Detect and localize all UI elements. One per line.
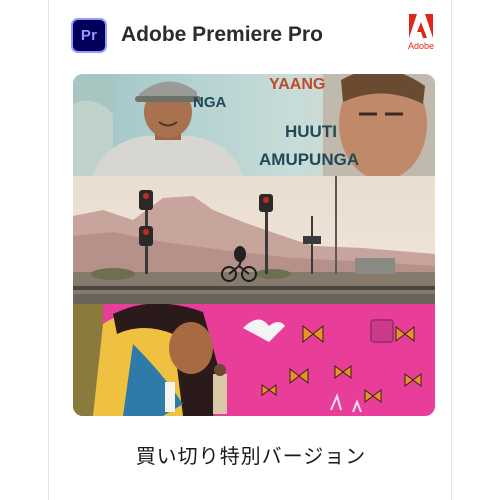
hero-image: YAANG NGA HUUTI AMUPUNGA (73, 74, 435, 416)
mural-word: NGA (193, 94, 227, 111)
edition-label: 買い切り特別バージョン (135, 444, 367, 468)
product-card: Pr Adobe Premiere Pro Adobe YAANG NGA HU… (48, 0, 452, 500)
hero-panel-mural-portrait: YAANG NGA HUUTI AMUPUNGA (73, 74, 435, 176)
product-header: Pr Adobe Premiere Pro Adobe (49, 0, 453, 72)
app-icon-text: Pr (80, 27, 98, 44)
hero-panel-butterfly-mural (73, 304, 435, 416)
product-title: Adobe Premiere Pro (121, 23, 323, 46)
mural-word: YAANG (269, 76, 326, 93)
hero-panel-desert-railroad (73, 176, 435, 304)
adobe-wordmark: Adobe (407, 41, 435, 51)
mural-word: AMUPUNGA (259, 150, 360, 169)
adobe-logo: Adobe (405, 14, 437, 54)
mural-word: HUUTI (285, 122, 337, 141)
adobe-icon (409, 14, 433, 38)
premiere-pro-icon: Pr (71, 18, 107, 53)
